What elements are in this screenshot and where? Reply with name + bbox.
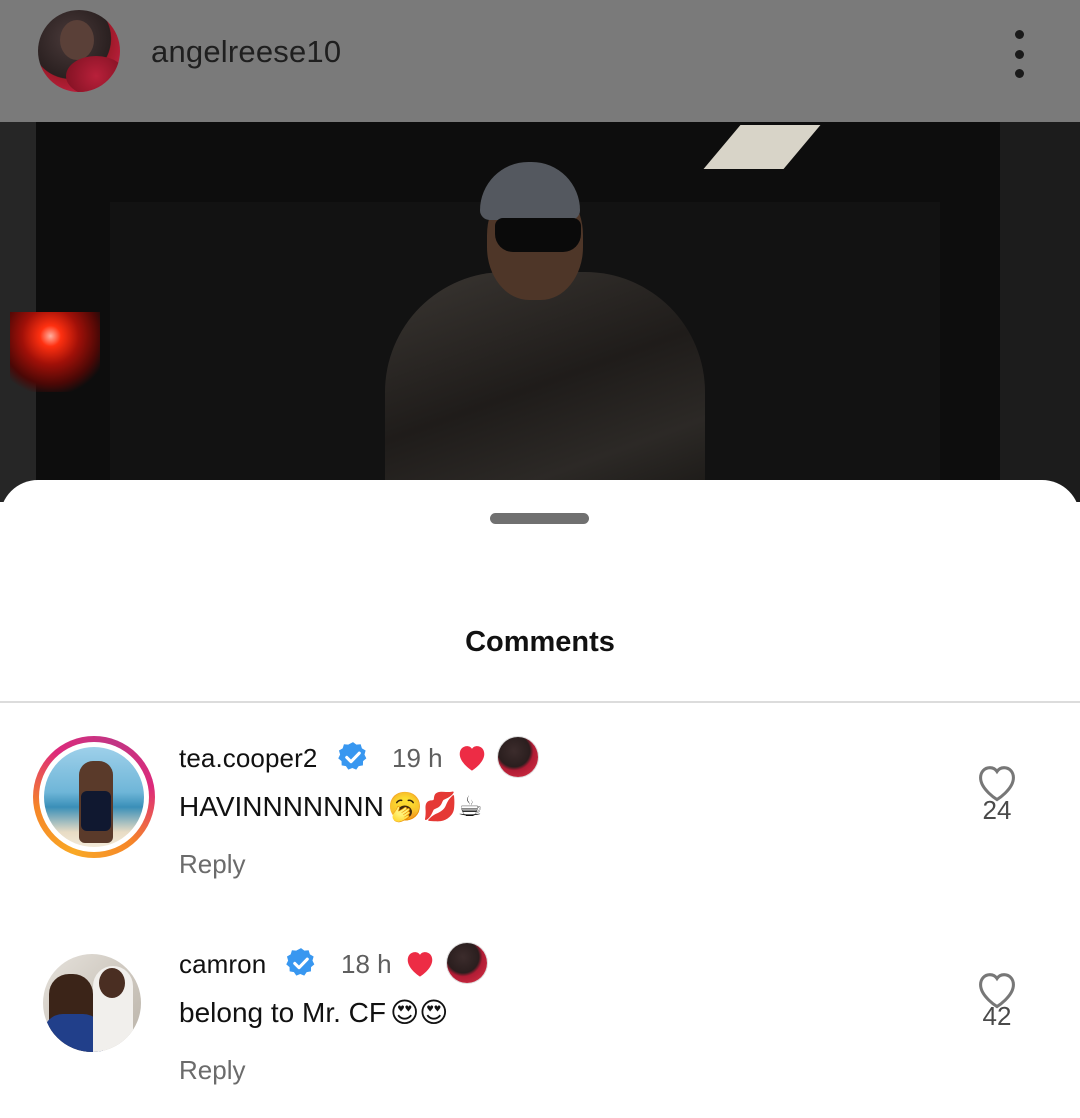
sheet-drag-handle[interactable] — [490, 513, 589, 524]
liked-by-author-heart-icon — [407, 952, 433, 977]
author-avatar-small — [447, 943, 487, 983]
post-header: angelreese10 — [0, 0, 1080, 122]
liked-by-author-heart-icon — [459, 746, 485, 771]
comment-emojis: 🥱💋☕ — [387, 790, 483, 823]
comment-item: tea.cooper2 19 h HAVINNNNNNN 🥱💋☕ Reply 24 — [0, 736, 1080, 906]
comments-sheet: Comments tea.cooper2 19 h HAVINNNNNNN 🥱💋… — [0, 480, 1080, 1118]
more-vertical-icon — [1014, 30, 1024, 39]
post-photo[interactable] — [0, 122, 1080, 502]
verified-badge-icon — [286, 948, 315, 976]
like-count: 42 — [982, 1001, 1012, 1031]
commenter-avatar[interactable] — [43, 954, 141, 1052]
comment-username[interactable]: camron — [179, 949, 266, 980]
sheet-title: Comments — [465, 626, 615, 658]
comment-timestamp: 19 h — [392, 743, 443, 773]
comment-emojis: 😍😍 — [389, 996, 449, 1029]
screen: angelreese10 Comments tea.cooper2 19 h H… — [0, 0, 1080, 1118]
reply-button[interactable]: Reply — [179, 849, 245, 880]
more-options-button[interactable] — [1000, 26, 1038, 82]
comment-text: belong to Mr. CF 😍😍 — [179, 996, 449, 1029]
comment-text: HAVINNNNNNN 🥱💋☕ — [179, 790, 483, 823]
reply-button[interactable]: Reply — [179, 1055, 245, 1086]
verified-badge-icon — [338, 742, 367, 770]
author-avatar-small — [498, 737, 538, 777]
comment-item: camron 18 h belong to Mr. CF 😍😍 Reply 42 — [0, 941, 1080, 1111]
post-author-avatar[interactable] — [38, 10, 120, 92]
like-count: 24 — [982, 795, 1012, 825]
comment-timestamp: 18 h — [341, 949, 392, 979]
divider — [0, 701, 1080, 703]
post-author-username[interactable]: angelreese10 — [151, 34, 341, 70]
commenter-avatar[interactable] — [33, 736, 155, 858]
comment-username[interactable]: tea.cooper2 — [179, 743, 317, 774]
